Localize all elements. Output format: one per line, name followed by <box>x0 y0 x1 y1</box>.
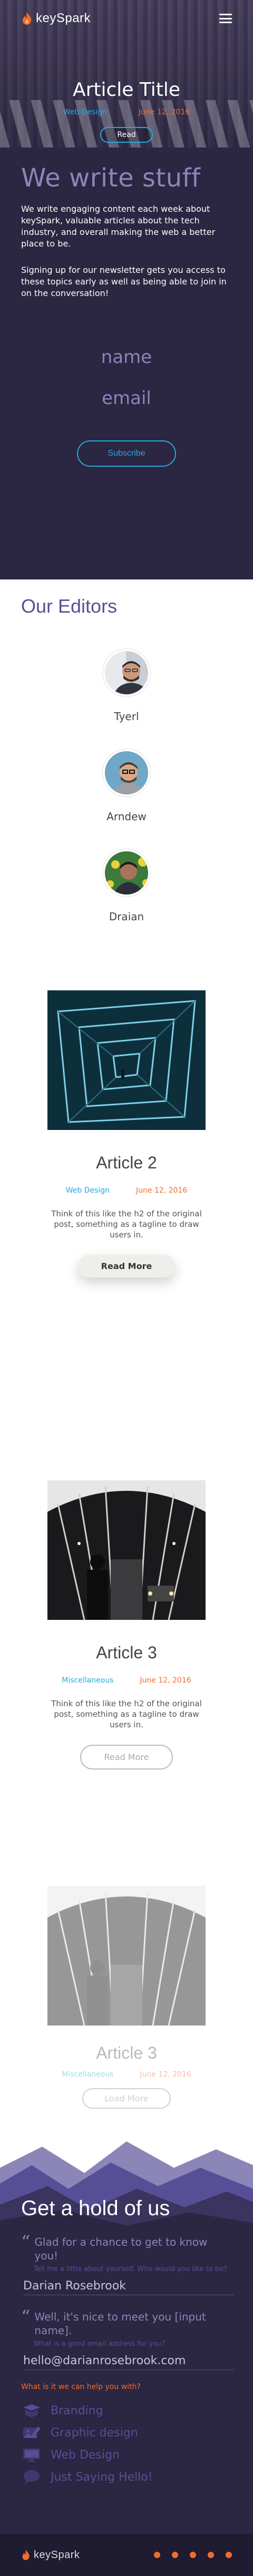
help-prompt: What is it we can help you with? <box>21 2383 141 2391</box>
hero-content: Article Title Web Design June 12, 2016 R… <box>0 79 253 143</box>
question-subtext: Tell me a little about yourself. Who wou… <box>34 2265 228 2273</box>
name-field[interactable] <box>23 2279 234 2295</box>
article-date: June 12, 2016 <box>140 2070 191 2079</box>
hamburger-icon[interactable] <box>219 14 232 23</box>
newsletter-form: Subscribe <box>21 341 232 467</box>
article-date: June 12, 2016 <box>140 1676 191 1685</box>
option-label: Graphic design <box>51 2426 138 2440</box>
brand-logo[interactable]: keySpark <box>21 11 91 26</box>
article-title[interactable]: Article 3 <box>0 1643 253 1663</box>
quote-icon: “ <box>21 2231 31 2253</box>
twitter-icon[interactable] <box>154 2552 160 2558</box>
social-links <box>154 2552 232 2558</box>
editor-name: Draian <box>109 910 144 923</box>
hero-section: keySpark Article Title Web Design June 1… <box>0 0 253 148</box>
question-text: Glad for a chance to get to know you! <box>34 2236 208 2262</box>
article-title[interactable]: Article 2 <box>0 1153 253 1173</box>
article-date: June 12, 2016 <box>136 1186 188 1195</box>
question-2: “ Well, it's nice to meet you [input nam… <box>21 2306 234 2370</box>
hero-title: Article Title <box>72 79 181 101</box>
editor-name: Arndew <box>106 810 147 823</box>
quote-icon: “ <box>21 2306 31 2327</box>
editor-card[interactable]: Draian <box>21 849 232 923</box>
contact-section: Get a hold of us “ Glad for a chance to … <box>0 2136 253 2534</box>
editor-card[interactable]: Arndew <box>21 749 232 823</box>
question-subtext: What is a good email address for you? <box>34 2340 166 2348</box>
article-card: Article 2 Web Design June 12, 2016 Think… <box>0 990 253 1480</box>
linkedin-icon[interactable] <box>226 2552 232 2558</box>
avatar <box>103 849 150 897</box>
chat-bubble-icon <box>24 2470 40 2484</box>
editors-heading: Our Editors <box>21 595 118 617</box>
name-input[interactable] <box>21 341 232 373</box>
article-category[interactable]: Miscellaneous <box>62 2070 113 2079</box>
about-paragraph-1: We write engaging content each week abou… <box>21 204 216 249</box>
hero-read-button[interactable]: Read <box>100 127 153 143</box>
web-design-icon <box>23 2449 40 2462</box>
about-section: We write stuff We write engaging content… <box>0 148 253 579</box>
option-just-saying-hello[interactable]: Just Saying Hello! <box>21 2466 232 2488</box>
branding-icon <box>23 2404 40 2417</box>
dribbble-icon[interactable] <box>172 2552 178 2558</box>
articles-section: Article 2 Web Design June 12, 2016 Think… <box>0 990 253 2136</box>
about-paragraph-2: Signing up for our newsletter gets you a… <box>21 265 227 298</box>
footer: keySpark <box>0 2534 253 2576</box>
article-meta: Miscellaneous June 12, 2016 <box>0 2070 253 2079</box>
option-label: Just Saying Hello! <box>51 2470 153 2484</box>
article-thumbnail[interactable] <box>47 1480 206 1620</box>
article-thumbnail[interactable] <box>47 1886 206 2026</box>
article-card: Article 3 Miscellaneous June 12, 2016 Lo… <box>0 1886 253 2136</box>
editor-name: Tyerl <box>114 710 139 723</box>
article-thumbnail[interactable] <box>47 990 206 1130</box>
option-branding[interactable]: Branding <box>21 2400 232 2422</box>
editor-card[interactable]: Tyerl <box>21 649 232 723</box>
article-category[interactable]: Miscellaneous <box>62 1676 113 1685</box>
read-more-button[interactable]: Read More <box>77 1255 176 1277</box>
email-field[interactable] <box>23 2354 234 2370</box>
avatar <box>103 749 150 797</box>
brand-name: keySpark <box>36 11 91 25</box>
option-label: Branding <box>51 2404 103 2417</box>
question-text: Well, it's nice to meet you [input name]… <box>34 2310 206 2337</box>
footer-logo[interactable]: keySpark <box>21 2549 80 2561</box>
article-excerpt: Think of this like the h2 of the origina… <box>51 1699 202 1729</box>
load-more-button[interactable]: Load More <box>82 2088 171 2109</box>
option-web-design[interactable]: Web Design <box>21 2444 232 2466</box>
article-excerpt: Think of this like the h2 of the origina… <box>51 1209 202 1240</box>
option-graphic-design[interactable]: Graphic design <box>21 2422 232 2444</box>
read-more-button[interactable]: Read More <box>80 1745 173 1769</box>
flame-icon <box>22 2550 30 2560</box>
service-options: Branding Graphic design Web Design Just … <box>21 2400 232 2488</box>
footer-brand-name: keySpark <box>34 2549 80 2561</box>
avatar <box>103 649 150 696</box>
email-input[interactable] <box>21 382 232 414</box>
hero-meta: Web Design June 12, 2016 <box>0 108 253 116</box>
flame-icon <box>23 12 32 25</box>
contact-heading: Get a hold of us <box>21 2197 170 2220</box>
github-icon[interactable] <box>190 2552 196 2558</box>
article-card: Article 3 Miscellaneous June 12, 2016 Th… <box>0 1480 253 1886</box>
question-1: “ Glad for a chance to get to know you! … <box>21 2231 234 2295</box>
article-title[interactable]: Article 3 <box>0 2043 253 2063</box>
article-meta: Web Design June 12, 2016 <box>0 1186 253 1195</box>
instagram-icon[interactable] <box>208 2552 214 2558</box>
article-category[interactable]: Web Design <box>66 1186 110 1195</box>
hero-date: June 12, 2016 <box>139 108 190 116</box>
about-heading: We write stuff <box>21 163 201 193</box>
top-navigation: keySpark <box>0 0 253 37</box>
editors-section: Our Editors Tyerl Arndew Draian <box>0 579 253 985</box>
subscribe-button[interactable]: Subscribe <box>77 440 176 467</box>
article-meta: Miscellaneous June 12, 2016 <box>0 1676 253 1685</box>
graphic-design-icon <box>23 2426 41 2438</box>
hero-category[interactable]: Web Design <box>63 108 107 116</box>
option-label: Web Design <box>51 2448 120 2462</box>
